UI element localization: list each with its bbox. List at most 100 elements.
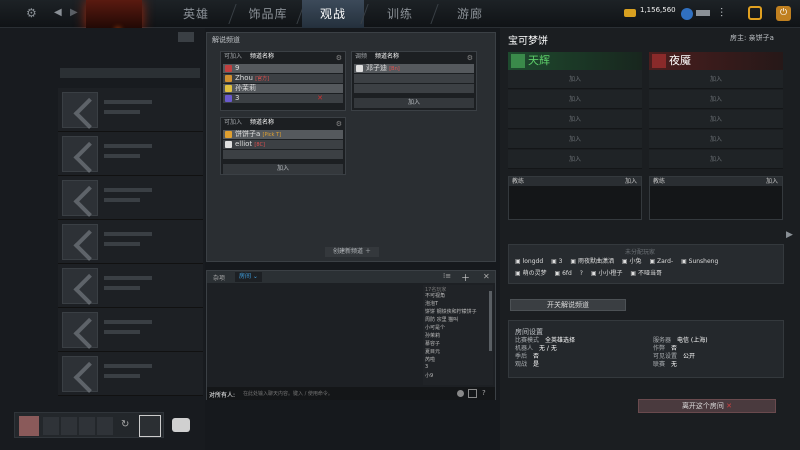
join-channel-button[interactable]: 加入 [223,164,343,174]
channel-block: 调频 频道名称 ⚙ 邓子迪 [Bn] 加入 [351,51,477,111]
radiant-slot[interactable]: 加入 [508,130,642,149]
radiant-slot[interactable]: 加入 [508,90,642,109]
unassigned-player[interactable]: ▣ 萌の灵梦 [515,270,547,277]
coach-label: 教练 [512,178,525,185]
member-entry[interactable]: 孙茉莉 [423,332,493,340]
gear-icon[interactable]: ⚙ [26,6,37,20]
unassigned-player[interactable]: ▣ 小兔 [622,258,642,265]
list-item[interactable] [58,264,203,308]
help-icon[interactable]: ? [482,389,486,397]
chat-bubble-icon[interactable] [172,418,190,432]
chat-input[interactable] [243,388,451,399]
dire-slot[interactable]: 加入 [649,110,783,129]
channel-player[interactable]: elliot [8C] [223,140,343,149]
member-entry[interactable]: 芮啦 [423,356,493,364]
radiant-slot[interactable]: 加入 [508,110,642,129]
unassigned-player[interactable]: ▣ 6fd [555,270,572,277]
chat-tab-misc[interactable]: 杂项 [213,273,225,282]
member-entry[interactable]: 饼饼 钢铁侠和柠檬饼子 [423,308,493,316]
setting-bots: 机器人无 / 无 [515,345,557,352]
stack-icon[interactable] [139,415,161,437]
forward-arrow-icon[interactable]: ▶ [70,7,78,18]
member-entry[interactable]: 周防 宗里 猫叫 [423,316,493,324]
channel-player[interactable]: 饼饼子a [Pick T] [223,130,343,139]
channel-player[interactable]: 孙茉莉 [223,84,343,93]
member-entry[interactable]: 不可视角 [423,292,493,300]
power-icon[interactable]: ⏻ [776,6,791,21]
dire-slot[interactable]: 加入 [649,150,783,169]
dire-team-header: 夜魇 [649,52,783,70]
setting-server: 服务器 电信 (上海) [653,337,708,344]
tab-heroes[interactable]: 英雄 [160,0,232,28]
member-entry[interactable]: 小可是个 [423,324,493,332]
chat-tab-lobby[interactable]: 房间 ⌄ [235,272,262,282]
list-item[interactable] [58,220,203,264]
tab-arcade[interactable]: 游廊 [436,0,504,28]
join-channel-button[interactable]: 加入 [354,98,474,108]
settings-shield-icon[interactable] [748,6,762,20]
radiant-slot[interactable]: 加入 [508,70,642,89]
chat-target-label[interactable]: 对所有人: [209,390,235,399]
toggle-broadcast-channel-button[interactable]: 开关解说频道 [510,299,626,311]
list-item[interactable] [58,132,203,176]
empty-slot[interactable] [43,417,59,435]
list-item[interactable] [58,308,203,352]
list-item[interactable] [58,176,203,220]
tab-watch[interactable]: 观战 [302,0,364,28]
expand-arrow-icon[interactable]: ▶ [786,230,793,240]
empty-slot[interactable] [97,417,113,435]
unassigned-player[interactable]: ▣ Sunsheng [681,258,718,265]
coach-join-button[interactable]: 加入 [625,177,637,186]
channel-player[interactable]: 9 [223,64,343,73]
chat-panel: 杂项 房间 ⌄ ⁞≡ ＋ ✕ 17名玩家 不可视角 泡泡T 饼饼 钢铁侠和柠檬饼… [206,270,496,400]
unassigned-player[interactable]: ▣ Zard- [649,258,673,265]
unassigned-player[interactable]: ▣ 小小橙子 [591,270,623,277]
member-entry[interactable]: 泡泡T [423,300,493,308]
dire-slot[interactable]: 加入 [649,90,783,109]
kick-icon[interactable]: ✕ [317,94,323,103]
add-chat-icon[interactable]: ＋ [461,271,470,284]
channel-player[interactable]: 3 ✕ [223,94,343,103]
gear-icon[interactable]: ⚙ [336,53,342,63]
channel-player[interactable]: Zhou [官方] [223,74,343,83]
chat-scrollbar[interactable] [489,291,492,351]
leave-lobby-button[interactable]: 离开这个房间 ✕ [638,399,776,413]
close-icon[interactable]: ✕ [483,272,490,281]
list-item[interactable] [58,352,203,396]
coach-join-button[interactable]: 加入 [766,177,778,186]
emoji-icon[interactable] [457,390,464,397]
sidebar-search-bar[interactable] [60,68,200,78]
unassigned-player[interactable]: ▣ 不哑当哥 [630,270,662,277]
unassigned-player[interactable]: ▣ 雨夜默曲潇洒 [570,258,614,265]
dire-slot[interactable]: 加入 [649,70,783,89]
tab-learn[interactable]: 训练 [366,0,434,28]
create-channel-button[interactable]: 创建新频道 ＋ [325,247,379,257]
radiant-slot[interactable]: 加入 [508,150,642,169]
refresh-icon[interactable]: ↻ [121,419,129,430]
tab-armory[interactable]: 饰品库 [236,0,300,28]
unassigned-player[interactable]: ▣ 3 [551,258,562,265]
empty-slot[interactable] [61,417,77,435]
member-entry[interactable]: 夏目元 [423,348,493,356]
gear-icon[interactable]: ⚙ [336,119,342,129]
unassigned-player[interactable]: ▣ longdd [515,258,543,265]
sliders-icon[interactable]: ⫶ [720,6,723,21]
gear-icon[interactable]: ⚙ [467,53,473,63]
dire-slot[interactable]: 加入 [649,130,783,149]
dota-logo[interactable] [86,0,142,30]
unassigned-player[interactable]: ? [580,270,583,277]
channel-slot [354,84,474,93]
wheel-icon[interactable] [468,389,477,398]
ticket-icon[interactable] [696,10,710,16]
collapse-icon[interactable] [178,32,194,42]
member-entry[interactable]: 小9 [423,372,493,380]
level-badge-icon[interactable] [681,8,693,20]
back-arrow-icon[interactable]: ◀ [54,7,62,18]
channel-list-icon[interactable]: ⁞≡ [443,272,451,280]
channel-player[interactable]: 邓子迪 [Bn] [354,64,474,73]
member-entry[interactable]: 3 [423,364,493,372]
avatar[interactable] [19,416,39,436]
list-item[interactable] [58,88,203,132]
member-entry[interactable]: 慕容子 [423,340,493,348]
empty-slot[interactable] [79,417,95,435]
